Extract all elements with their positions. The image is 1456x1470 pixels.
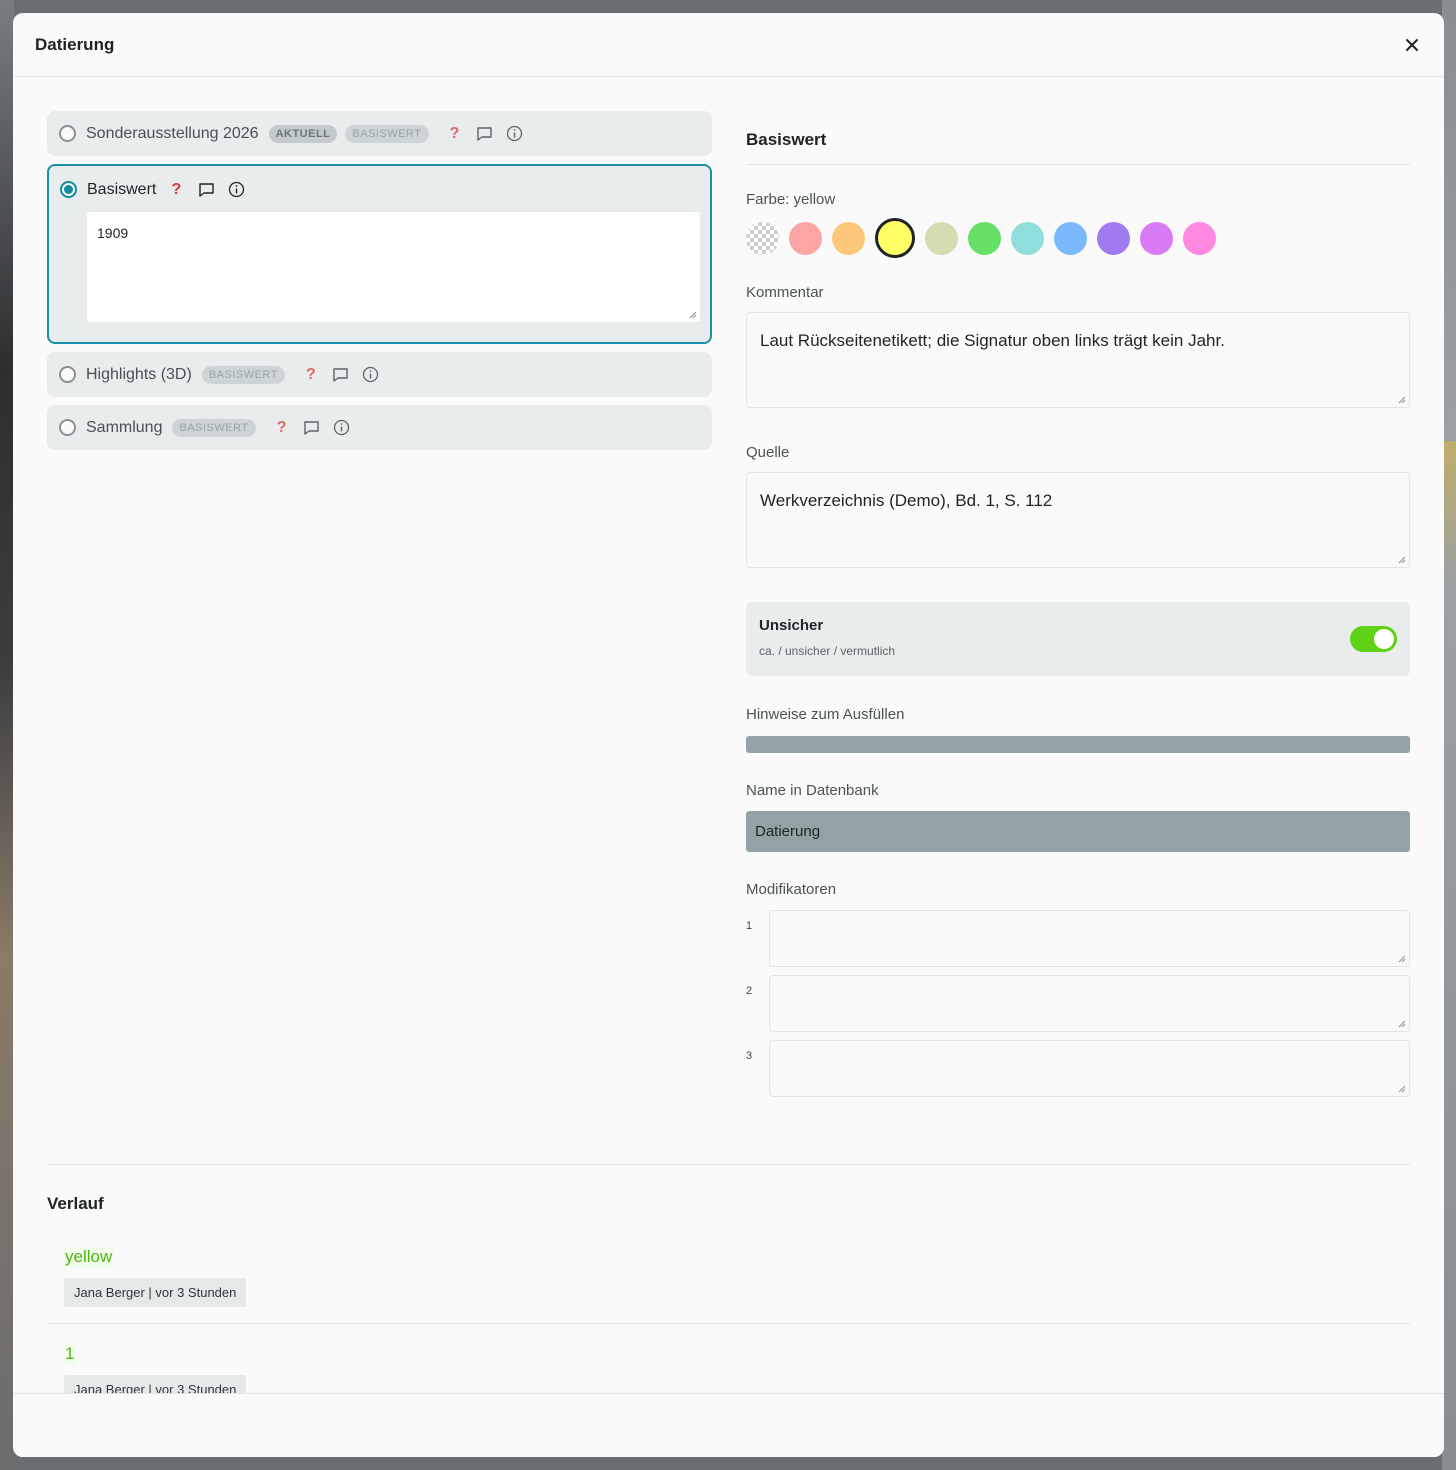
modifier-row: 1 — [746, 910, 1410, 967]
radio-button[interactable] — [59, 366, 76, 383]
history-title: Verlauf — [47, 1194, 104, 1213]
resize-grip-icon[interactable] — [1398, 396, 1406, 404]
resize-grip-icon[interactable] — [1398, 1020, 1406, 1028]
dialog-footer — [13, 1393, 1444, 1457]
color-swatch[interactable] — [1183, 221, 1216, 255]
variant-name: Highlights (3D) — [86, 365, 192, 383]
history-meta: Jana Berger | vor 3 Stunden — [64, 1278, 247, 1307]
color-swatch[interactable] — [1140, 221, 1173, 255]
resize-grip-icon[interactable] — [1398, 955, 1406, 963]
history-section: Verlauf yellow Jana Berger | vor 3 Stund… — [47, 1164, 1410, 1393]
color-swatches — [746, 218, 1410, 258]
history-entry: 1 Jana Berger | vor 3 Stunden — [47, 1324, 1410, 1393]
resize-grip-icon[interactable] — [1398, 556, 1406, 564]
value-textarea[interactable]: 1909 — [87, 212, 700, 322]
badge-basiswert: BASISWERT — [201, 365, 285, 384]
question-icon[interactable]: ? — [301, 365, 321, 385]
close-icon — [1406, 39, 1418, 51]
modifier-number: 2 — [746, 985, 753, 997]
variant-highlights-3d[interactable]: Highlights (3D) BASISWERT ? — [47, 352, 712, 397]
color-swatch[interactable] — [1054, 221, 1087, 255]
info-icon[interactable] — [226, 180, 246, 200]
variant-sonderausstellung[interactable]: Sonderausstellung 2026 AKTUELL BASISWERT… — [47, 111, 712, 156]
comment-icon[interactable] — [331, 365, 351, 385]
db-name-label: Name in Datenbank — [746, 782, 879, 799]
color-swatch[interactable] — [1097, 221, 1130, 255]
comment-value: Laut Rückseitenetikett; die Signatur obe… — [760, 331, 1225, 350]
color-swatch[interactable] — [832, 221, 865, 255]
source-value: Werkverzeichnis (Demo), Bd. 1, S. 112 — [760, 491, 1053, 510]
uncertain-subtitle: ca. / unsicher / vermutlich — [759, 644, 896, 658]
hints-bar — [746, 736, 1410, 753]
question-icon[interactable]: ? — [272, 418, 292, 438]
badge-basiswert: BASISWERT — [172, 418, 256, 437]
comment-icon[interactable] — [196, 180, 216, 200]
badge-aktuell: AKTUELL — [268, 124, 338, 143]
badge-basiswert: BASISWERT — [345, 124, 429, 143]
dialog-header: Datierung — [13, 13, 1444, 77]
variant-header: Basiswert ? — [60, 178, 246, 201]
color-swatch[interactable] — [1011, 221, 1044, 255]
source-textarea[interactable]: Werkverzeichnis (Demo), Bd. 1, S. 112 — [746, 472, 1410, 568]
color-swatch[interactable] — [789, 221, 822, 255]
detail-panel: Basiswert Farbe: yellow Kommentar Laut R… — [746, 111, 1410, 1105]
uncertain-toggle[interactable] — [1350, 626, 1397, 652]
comment-textarea[interactable]: Laut Rückseitenetikett; die Signatur obe… — [746, 312, 1410, 408]
modifier-number: 3 — [746, 1050, 753, 1062]
uncertain-title: Unsicher — [759, 617, 824, 634]
modifier-number: 1 — [746, 920, 753, 932]
variant-name: Sonderausstellung 2026 — [86, 124, 259, 142]
radio-button[interactable] — [59, 419, 76, 436]
close-button[interactable] — [1400, 33, 1424, 57]
comment-label: Kommentar — [746, 284, 824, 301]
question-icon[interactable]: ? — [445, 124, 465, 144]
db-name-field: Datierung — [746, 811, 1410, 852]
radio-button-selected[interactable] — [60, 181, 77, 198]
dialog-body: Sonderausstellung 2026 AKTUELL BASISWERT… — [13, 78, 1444, 1393]
comment-icon[interactable] — [475, 124, 495, 144]
variant-name: Basiswert — [87, 180, 157, 198]
variant-name: Sammlung — [86, 418, 163, 436]
modifier-input[interactable] — [769, 975, 1410, 1032]
dialog-title: Datierung — [35, 34, 115, 54]
hints-label: Hinweise zum Ausfüllen — [746, 706, 905, 723]
variant-sammlung[interactable]: Sammlung BASISWERT ? — [47, 405, 712, 450]
backdrop-right — [1442, 0, 1456, 1470]
backdrop-left — [0, 0, 14, 1470]
question-icon[interactable]: ? — [166, 180, 186, 200]
info-icon[interactable] — [332, 418, 352, 438]
modifier-input[interactable] — [769, 910, 1410, 967]
modifier-row: 2 — [746, 975, 1410, 1032]
modifier-row: 3 — [746, 1040, 1410, 1097]
datierung-dialog: Datierung Sonderausstellung 2026 AKTUELL… — [13, 13, 1444, 1457]
resize-grip-icon[interactable] — [689, 311, 697, 319]
info-icon[interactable] — [361, 365, 381, 385]
variant-list: Sonderausstellung 2026 AKTUELL BASISWERT… — [47, 111, 712, 458]
uncertain-card: Unsicher ca. / unsicher / vermutlich — [746, 602, 1410, 676]
source-label: Quelle — [746, 444, 790, 461]
history-value: yellow — [64, 1247, 114, 1267]
color-label: Farbe: yellow — [746, 191, 836, 208]
resize-grip-icon[interactable] — [1398, 1085, 1406, 1093]
modifiers-label: Modifikatoren — [746, 881, 837, 898]
color-swatch[interactable] — [968, 221, 1001, 255]
history-value: 1 — [64, 1344, 76, 1364]
detail-title: Basiswert — [746, 111, 1410, 165]
history-entry: yellow Jana Berger | vor 3 Stunden — [47, 1214, 1410, 1324]
color-swatch[interactable] — [875, 218, 915, 258]
comment-icon[interactable] — [302, 418, 322, 438]
modifiers-list: 1 2 3 — [746, 910, 1410, 1097]
value-text: 1909 — [97, 225, 129, 241]
radio-button[interactable] — [59, 125, 76, 142]
swatch-none[interactable] — [746, 221, 779, 255]
modifier-input[interactable] — [769, 1040, 1410, 1097]
history-meta: Jana Berger | vor 3 Stunden — [64, 1375, 247, 1393]
variant-basiswert[interactable]: Basiswert ? 1909 — [47, 164, 712, 344]
info-icon[interactable] — [505, 124, 525, 144]
color-swatch[interactable] — [925, 221, 958, 255]
